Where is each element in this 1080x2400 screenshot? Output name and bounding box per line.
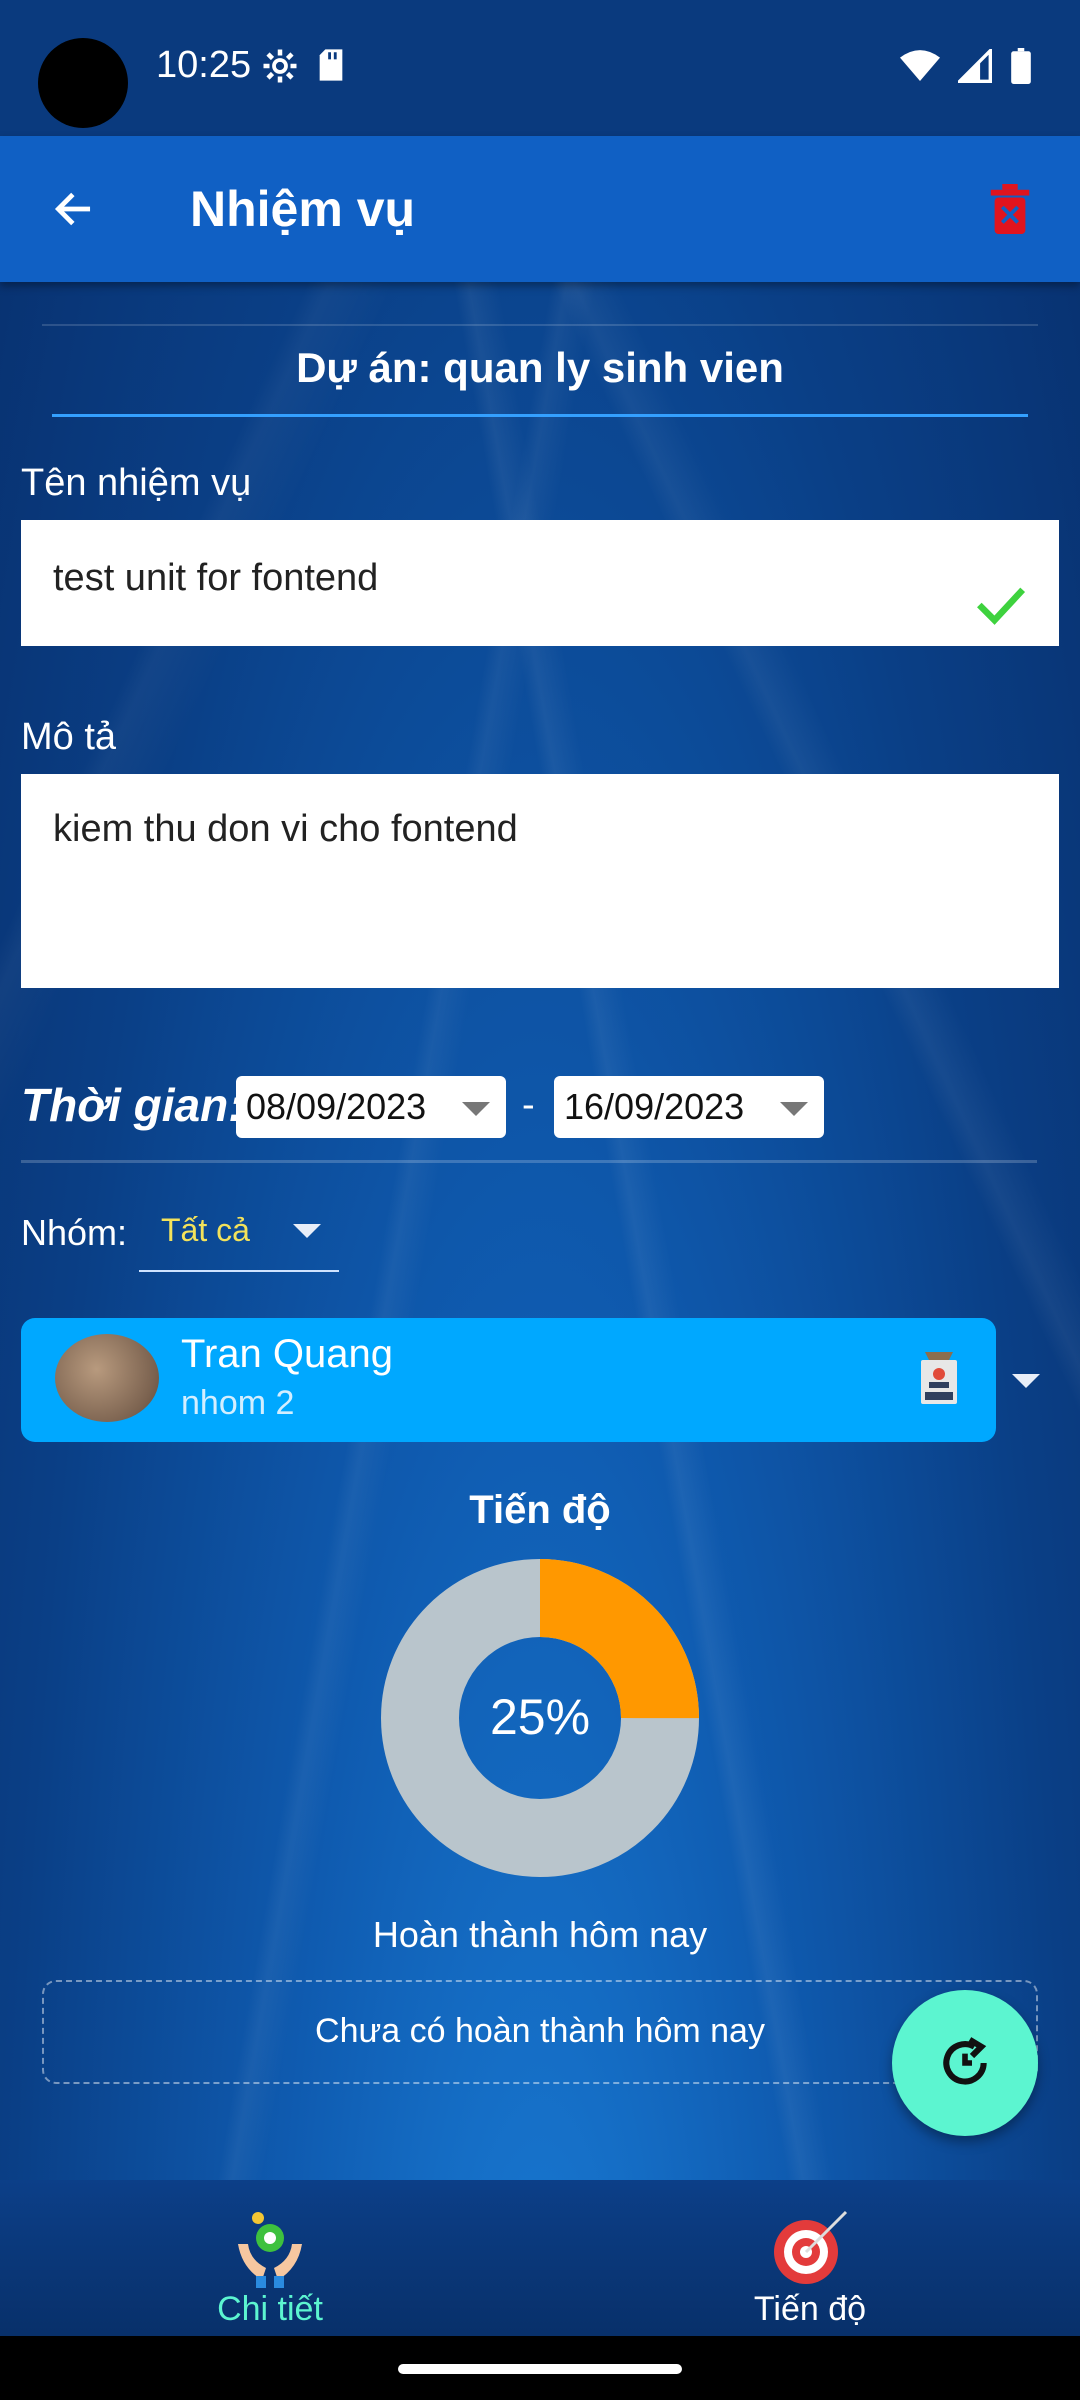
divider <box>21 1160 1037 1163</box>
member-name: Tran Quang <box>181 1332 393 1376</box>
nav-item-progress[interactable]: Tiến độ <box>540 2192 1080 2332</box>
task-name-label: Tên nhiệm vụ <box>21 462 252 504</box>
signal-icon <box>955 46 992 88</box>
settings-icon <box>262 48 298 89</box>
divider <box>52 414 1028 417</box>
task-name-input[interactable]: test unit for fontend <box>21 520 1059 646</box>
done-today-box: Chưa có hoàn thành hôm nay <box>42 1980 1038 2084</box>
back-button[interactable] <box>40 176 106 242</box>
start-date-picker[interactable]: 08/09/2023 <box>236 1076 506 1138</box>
refresh-clock-icon <box>943 2037 987 2085</box>
status-bar: 10:25 <box>0 0 1080 136</box>
target-icon <box>774 2210 848 2284</box>
divider <box>42 324 1038 326</box>
home-handle[interactable] <box>398 2364 682 2374</box>
checkmark-icon <box>975 558 1027 674</box>
member-group: nhom 2 <box>181 1384 295 1422</box>
battery-icon <box>1010 48 1032 89</box>
staff-badge-icon <box>918 1352 960 1409</box>
status-time: 10:25 <box>156 44 252 86</box>
empty-message: Chưa có hoàn thành hôm nay <box>315 2012 765 2050</box>
nav-item-details[interactable]: Chi tiết <box>0 2192 540 2332</box>
page-title: Nhiệm vụ <box>190 181 416 237</box>
sd-card-icon <box>316 48 346 89</box>
refresh-button[interactable] <box>892 1990 1038 2136</box>
app-bar: Nhiệm vụ <box>0 136 1080 282</box>
task-name-value: test unit for fontend <box>53 557 379 599</box>
bottom-nav: Chi tiết Tiến độ <box>0 2180 1080 2336</box>
progress-percent: 25% <box>489 1689 591 1745</box>
group-label: Nhóm: <box>21 1212 128 1253</box>
project-label: Dự án: quan ly sinh vien <box>296 344 784 391</box>
group-dropdown[interactable]: Tất cả <box>139 1200 339 1272</box>
date-separator: - <box>522 1084 535 1126</box>
hands-gear-icon <box>238 2212 302 2288</box>
expand-member-button[interactable] <box>1012 1374 1040 1388</box>
wifi-icon <box>900 49 940 88</box>
arrow-left-icon <box>54 192 91 226</box>
camera-cutout <box>38 38 128 128</box>
progress-title: Tiến độ <box>469 1488 611 1532</box>
nav-label-progress: Tiến độ <box>753 2290 867 2328</box>
description-input[interactable]: kiem thu don vi cho fontend <box>21 774 1059 988</box>
nav-label-details: Chi tiết <box>217 2290 323 2328</box>
avatar <box>55 1334 159 1422</box>
end-date-value: 16/09/2023 <box>564 1086 745 1127</box>
time-label: Thời gian: <box>21 1079 244 1131</box>
trash-icon <box>990 184 1030 234</box>
chevron-down-icon <box>780 1102 808 1116</box>
member-card[interactable]: Tran Quang nhom 2 <box>21 1318 996 1442</box>
chevron-down-icon <box>462 1102 490 1116</box>
description-value: kiem thu don vi cho fontend <box>53 808 518 850</box>
start-date-value: 08/09/2023 <box>246 1086 427 1127</box>
end-date-picker[interactable]: 16/09/2023 <box>554 1076 824 1138</box>
group-selected-value: Tất cả <box>161 1212 250 1248</box>
chevron-down-icon <box>293 1224 321 1238</box>
delete-button[interactable] <box>980 178 1040 240</box>
description-label: Mô tả <box>21 716 117 758</box>
gesture-bar <box>0 2336 1080 2400</box>
done-today-title: Hoàn thành hôm nay <box>372 1914 708 1955</box>
